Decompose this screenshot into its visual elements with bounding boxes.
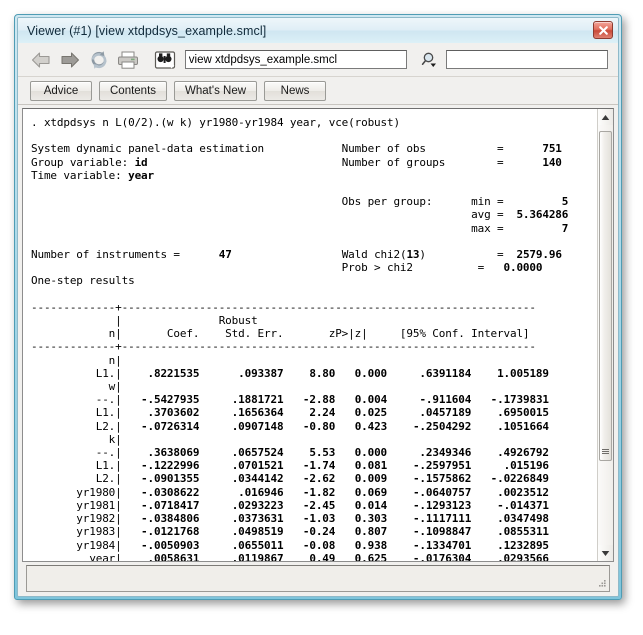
- window-inner: Viewer (#1) [view xtdpdsys_example.smcl]: [17, 17, 619, 597]
- scrollbar-thumb-grip: [600, 449, 611, 454]
- whats-new-button[interactable]: What's New: [174, 80, 258, 101]
- contents-button[interactable]: Contents: [99, 80, 168, 101]
- close-icon: [598, 25, 608, 35]
- close-button[interactable]: [593, 21, 613, 39]
- news-button[interactable]: News: [264, 80, 327, 101]
- scrollbar-thumb[interactable]: [599, 131, 612, 461]
- window-title: Viewer (#1) [view xtdpdsys_example.smcl]: [27, 23, 267, 38]
- find-binoculars-icon[interactable]: [152, 47, 178, 73]
- status-bar: [26, 565, 610, 592]
- print-icon[interactable]: [115, 47, 141, 73]
- viewer-window: Viewer (#1) [view xtdpdsys_example.smcl]: [14, 14, 622, 600]
- scrollbar-track[interactable]: [598, 125, 613, 545]
- title-bar[interactable]: Viewer (#1) [view xtdpdsys_example.smcl]: [18, 18, 618, 43]
- scroll-down-arrow-icon[interactable]: [598, 545, 613, 561]
- refresh-icon[interactable]: [86, 47, 112, 73]
- button-bar: Advice Contents What's New News: [18, 77, 618, 105]
- resize-grip-icon[interactable]: [596, 578, 607, 589]
- vertical-scrollbar[interactable]: [597, 109, 613, 561]
- url-input[interactable]: [184, 50, 407, 69]
- viewer-pane: . xtdpdsys n L(0/2).(w k) yr1980-yr1984 …: [22, 108, 614, 562]
- magnifier-dropdown-icon[interactable]: [420, 49, 442, 71]
- toolbar: [18, 43, 618, 77]
- forward-arrow-icon[interactable]: [57, 47, 83, 73]
- stata-output: . xtdpdsys n L(0/2).(w k) yr1980-yr1984 …: [31, 116, 569, 561]
- scroll-up-arrow-icon[interactable]: [598, 109, 613, 125]
- back-arrow-icon[interactable]: [28, 47, 54, 73]
- advice-button[interactable]: Advice: [30, 80, 92, 101]
- search-input[interactable]: [445, 50, 608, 69]
- content-area: . xtdpdsys n L(0/2).(w k) yr1980-yr1984 …: [18, 105, 618, 596]
